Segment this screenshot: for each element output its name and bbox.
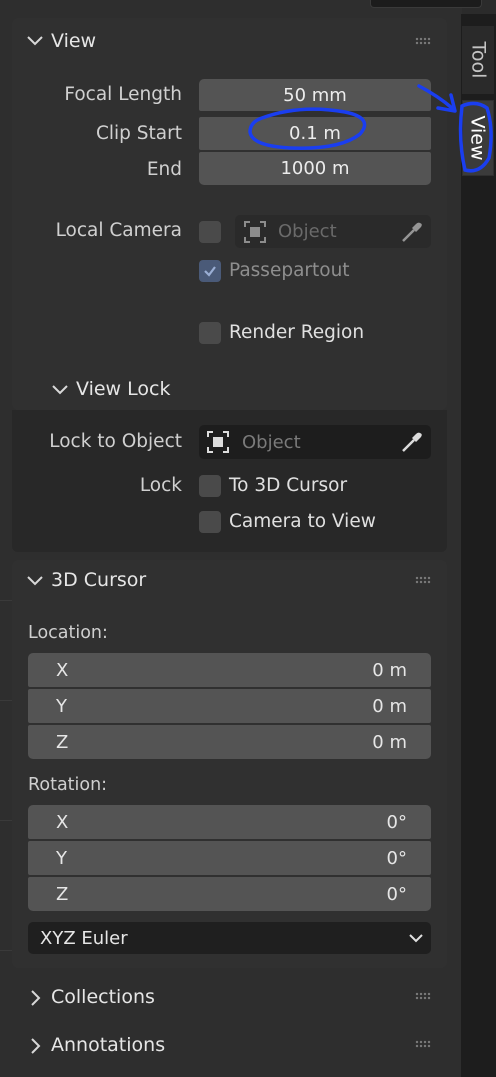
location-y-axis: Y bbox=[56, 695, 67, 717]
tab-tool[interactable]: Tool bbox=[462, 26, 494, 94]
annotations-title: Annotations bbox=[51, 1034, 166, 1056]
camera-to-view-checkbox[interactable] bbox=[199, 511, 221, 533]
collections-panel-header[interactable]: Collections bbox=[12, 978, 447, 1018]
eyedropper-icon[interactable] bbox=[399, 429, 425, 455]
camera-to-view-label: Camera to View bbox=[229, 511, 376, 532]
local-camera-placeholder: Object bbox=[278, 221, 337, 242]
location-x-field[interactable]: X 0 m bbox=[28, 653, 431, 687]
view-lock-title: View Lock bbox=[76, 378, 171, 400]
local-camera-label: Local Camera bbox=[55, 220, 182, 241]
collections-title: Collections bbox=[51, 986, 155, 1008]
chevron-down-icon bbox=[409, 934, 423, 943]
view-panel-title: View bbox=[51, 30, 97, 52]
lock-object-placeholder: Object bbox=[242, 431, 301, 453]
location-z-value: 0 m bbox=[372, 731, 407, 753]
rotation-z-axis: Z bbox=[56, 883, 69, 905]
tab-view-label: View bbox=[467, 115, 489, 161]
drag-handle-icon[interactable] bbox=[415, 992, 431, 1000]
location-z-axis: Z bbox=[56, 731, 69, 753]
local-camera-checkbox[interactable] bbox=[199, 221, 221, 243]
drag-handle-icon[interactable] bbox=[415, 1040, 431, 1048]
chevron-down-icon[interactable] bbox=[25, 574, 45, 588]
location-y-field[interactable]: Y 0 m bbox=[28, 689, 431, 723]
drag-handle-icon[interactable] bbox=[415, 37, 431, 45]
rotation-y-field[interactable]: Y 0° bbox=[28, 841, 431, 875]
to-3d-cursor-label: To 3D Cursor bbox=[229, 475, 348, 496]
check-icon bbox=[204, 266, 216, 277]
clip-start-field[interactable]: 0.1 m bbox=[199, 117, 431, 150]
focal-length-label: Focal Length bbox=[64, 84, 182, 105]
focal-length-field[interactable]: 50 mm bbox=[199, 79, 431, 111]
location-y-value: 0 m bbox=[372, 695, 407, 717]
eyedropper-icon[interactable] bbox=[399, 219, 425, 245]
rotation-label: Rotation: bbox=[28, 775, 108, 795]
lock-label: Lock bbox=[139, 475, 182, 496]
passepartout-checkbox[interactable] bbox=[199, 260, 221, 282]
local-camera-object-field[interactable]: Object bbox=[235, 215, 431, 248]
object-icon bbox=[244, 220, 266, 243]
cursor-panel-title: 3D Cursor bbox=[51, 569, 147, 591]
location-x-axis: X bbox=[56, 659, 69, 681]
rotation-x-field[interactable]: X 0° bbox=[28, 805, 431, 839]
tab-view[interactable]: View bbox=[462, 100, 494, 176]
location-z-field[interactable]: Z 0 m bbox=[28, 725, 431, 759]
chevron-down-icon[interactable] bbox=[25, 34, 45, 48]
rotation-y-axis: Y bbox=[56, 847, 67, 869]
passepartout-label: Passepartout bbox=[229, 260, 350, 281]
rotation-x-value: 0° bbox=[386, 811, 407, 833]
lock-object-field[interactable]: Object bbox=[199, 425, 431, 459]
tab-tool-label: Tool bbox=[467, 41, 489, 79]
drag-handle-icon[interactable] bbox=[415, 576, 431, 584]
clip-end-label: End bbox=[146, 159, 182, 180]
annotations-panel-header[interactable]: Annotations bbox=[12, 1026, 447, 1066]
rotation-mode-value: XYZ Euler bbox=[40, 927, 128, 949]
object-icon bbox=[207, 431, 229, 453]
rotation-z-value: 0° bbox=[386, 883, 407, 905]
location-x-value: 0 m bbox=[372, 659, 407, 681]
clip-end-field[interactable]: 1000 m bbox=[199, 152, 431, 185]
location-label: Location: bbox=[28, 623, 108, 643]
view-panel bbox=[12, 18, 447, 410]
rotation-mode-select[interactable]: XYZ Euler bbox=[28, 922, 431, 954]
rotation-y-value: 0° bbox=[386, 847, 407, 869]
top-edge-widget bbox=[370, 0, 482, 8]
lock-to-object-label: Lock to Object bbox=[49, 431, 182, 452]
to-3d-cursor-checkbox[interactable] bbox=[199, 475, 221, 497]
clip-start-label: Clip Start bbox=[95, 123, 182, 144]
chevron-right-icon bbox=[31, 990, 41, 1006]
chevron-right-icon bbox=[31, 1038, 41, 1054]
render-region-checkbox[interactable] bbox=[199, 322, 221, 344]
rotation-x-axis: X bbox=[56, 811, 69, 833]
render-region-label: Render Region bbox=[229, 322, 365, 343]
chevron-down-icon[interactable] bbox=[50, 383, 70, 397]
rotation-z-field[interactable]: Z 0° bbox=[28, 877, 431, 911]
